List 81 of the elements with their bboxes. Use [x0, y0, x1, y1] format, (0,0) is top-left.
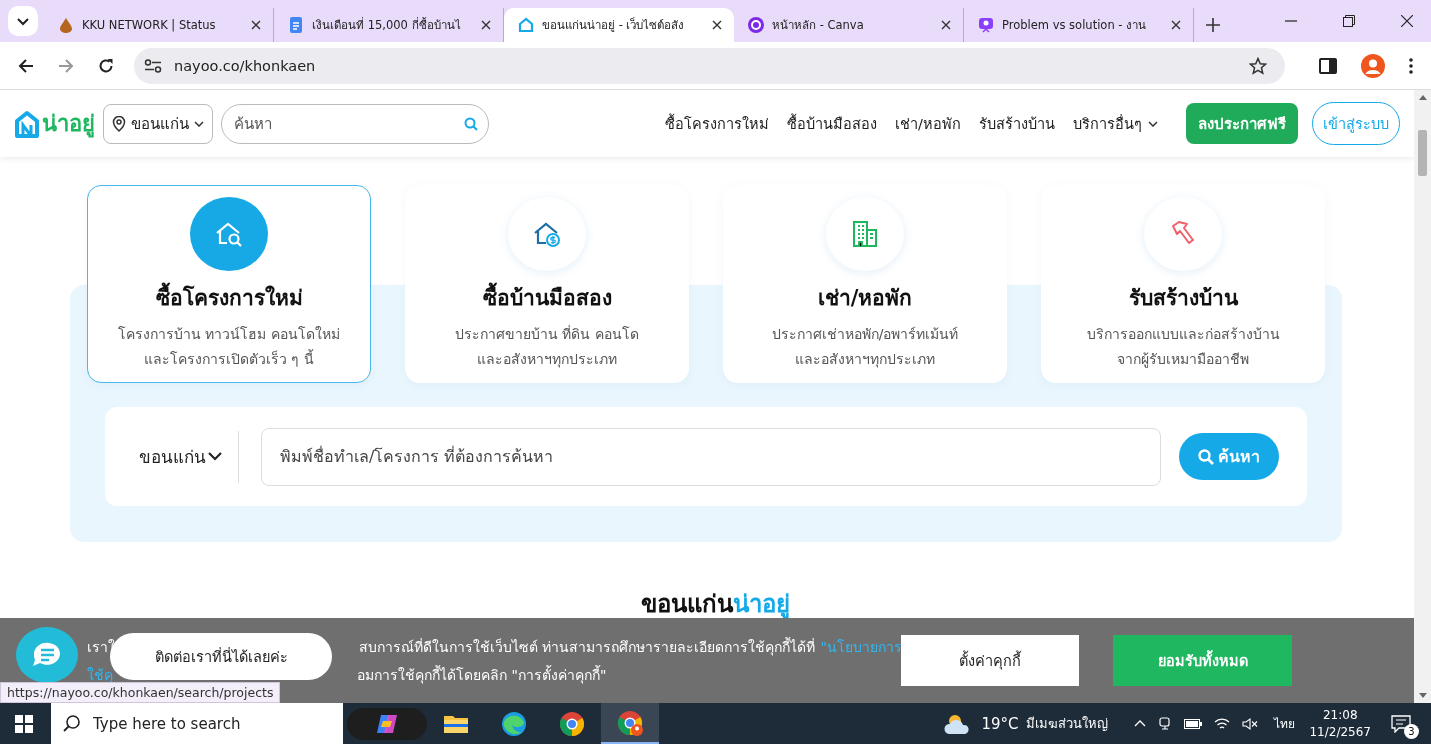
chevron-down-icon [194, 120, 204, 127]
back-icon[interactable] [18, 57, 34, 74]
presentation-icon [978, 17, 994, 33]
edge-icon [500, 709, 528, 738]
scroll-down-icon[interactable] [1418, 693, 1427, 698]
document-icon [288, 17, 304, 33]
menu-icon[interactable] [1409, 57, 1413, 74]
chrome-icon [616, 708, 644, 737]
weather-text: มีเมฆส่วนใหญ่ [1026, 715, 1109, 733]
close-icon[interactable] [712, 20, 722, 30]
site-settings-icon[interactable] [144, 58, 162, 73]
scroll-up-icon[interactable] [1418, 95, 1427, 100]
house-icon [518, 17, 534, 33]
search-icon [63, 714, 81, 732]
chat-icon[interactable] [16, 627, 78, 683]
chrome-icon [558, 709, 586, 738]
reload-icon[interactable] [98, 57, 114, 74]
card-title: ซื้อบ้านมือสอง [482, 281, 612, 314]
status-url: https://nayoo.co/khonkaen/search/projects [0, 682, 281, 703]
category-card[interactable]: ซื้อโครงการใหม่ โครงการบ้าน ทาวน์โฮม คอนโดใหม่ และโครงการเปิดตัวเร็ว ๆ นี้ [87, 185, 371, 383]
forward-icon[interactable] [58, 57, 74, 74]
taskbar-app[interactable] [601, 703, 659, 744]
browser-tab[interactable]: ขอนแก่นน่าอยู่ - เว็บไซต์อสัง [504, 8, 734, 42]
search-icon [1198, 448, 1214, 465]
category-card[interactable]: เช่า/หอพัก ประกาศเช่าหอพัก/อพาร์ทเม้นท์ และอสังหาฯทุกประเภท [723, 185, 1007, 383]
new-tab-icon[interactable] [1206, 18, 1220, 32]
nav-link[interactable]: ซื้อบ้านมือสอง [787, 112, 878, 135]
close-icon[interactable] [481, 20, 491, 30]
nav-link[interactable]: รับสร้างบ้าน [979, 112, 1055, 135]
close-icon[interactable] [1171, 20, 1181, 30]
card-description: ประกาศเช่าหอพัก/อพาร์ทเม้นท์ และอสังหาฯทุกประเภท [771, 325, 959, 370]
location-select[interactable]: ขอนแก่น [139, 443, 222, 470]
address-bar[interactable]: nayoo.co/khonkaen [134, 47, 1285, 84]
start-icon[interactable] [15, 714, 33, 733]
close-icon[interactable] [941, 20, 951, 30]
chevron-down-icon [208, 452, 222, 461]
taskbar-search-field[interactable]: Type here to search [51, 703, 343, 744]
clock-date[interactable]: 11/2/2567 [1309, 723, 1371, 741]
search-icon[interactable] [464, 116, 478, 131]
pin-icon [112, 115, 126, 132]
nav-link[interactable]: เช่า/หอพัก [895, 112, 961, 135]
flame-icon [58, 17, 74, 33]
star-icon[interactable] [1249, 56, 1267, 75]
close-icon[interactable] [1401, 15, 1413, 27]
clock-time[interactable]: 21:08 [1322, 706, 1358, 724]
close-icon[interactable] [251, 20, 261, 30]
side-panel-icon[interactable] [1319, 57, 1337, 74]
cookie-settings-button[interactable]: ตั้งค่าคุกกี้ [901, 635, 1079, 686]
card-title: เช่า/หอพัก [817, 285, 913, 312]
category-card[interactable]: ซื้อบ้านมือสอง ประกาศขายบ้าน ที่ดิน คอนโด และอสังหาฯทุกประเภท [405, 185, 689, 383]
tab-search-icon[interactable] [8, 6, 38, 36]
notification-badge: 3 [1404, 723, 1419, 739]
location-select[interactable]: ขอนแก่น [103, 103, 213, 144]
language-indicator[interactable]: ไทย [1274, 714, 1296, 733]
scrollbar[interactable] [1414, 90, 1431, 703]
card-description: ประกาศขายบ้าน ที่ดิน คอนโด และอสังหาฯทุกประเภท [455, 324, 639, 370]
speaker-muted-icon[interactable] [1242, 716, 1259, 731]
temperature-text: 19°C [981, 714, 1019, 733]
cookie-text: อมการใช้คุกกี้ได้โดยคลิก "การตั้งค่าคุกกี้" [357, 664, 607, 686]
scroll-thumb[interactable] [1418, 130, 1427, 176]
cookie-text: สบการณ์ที่ดีในการใช้เว็บไซต์ ท่านสามารถศึกษารายละเอียดการใช้คุกกี้ได้ที่ [359, 636, 816, 658]
nav-link[interactable]: ซื้อโครงการใหม่ [665, 112, 770, 135]
chevron-up-icon[interactable] [1134, 720, 1147, 727]
category-card[interactable]: รับสร้างบ้าน บริการออกแบบและก่อสร้างบ้าน จากผู้รับเหมามืออาชีพ [1041, 185, 1325, 383]
battery-icon[interactable] [1184, 718, 1203, 729]
copilot-icon[interactable] [375, 712, 399, 735]
wifi-icon[interactable] [1214, 716, 1231, 731]
notification-icon[interactable] [1391, 714, 1411, 733]
card-description: บริการออกแบบและก่อสร้างบ้าน จากผู้รับเหมามืออาชีพ [1086, 325, 1280, 370]
section-heading: ขอนแก่นน่าอยู่ [639, 589, 791, 620]
card-description: โครงการบ้าน ทาวน์โฮม คอนโดใหม่ และโครงการเปิดตัวเร็ว ๆ นี้ [118, 325, 340, 369]
chevron-down-icon [1148, 120, 1158, 127]
avatar-icon[interactable] [1361, 53, 1385, 78]
search-field[interactable]: พิมพ์ชื่อทำเล/โครงการ ที่ต้องการค้นหา [261, 427, 1161, 486]
restore-icon[interactable] [1343, 15, 1355, 27]
circle-icon [748, 17, 764, 33]
nav-link[interactable]: บริการอื่นๆ [1073, 112, 1158, 135]
card-title: รับสร้างบ้าน [1128, 285, 1238, 312]
search-field[interactable]: ค้นหา [221, 103, 489, 144]
card-title: ซื้อโครงการใหม่ [155, 281, 303, 314]
logo-icon [14, 109, 40, 138]
